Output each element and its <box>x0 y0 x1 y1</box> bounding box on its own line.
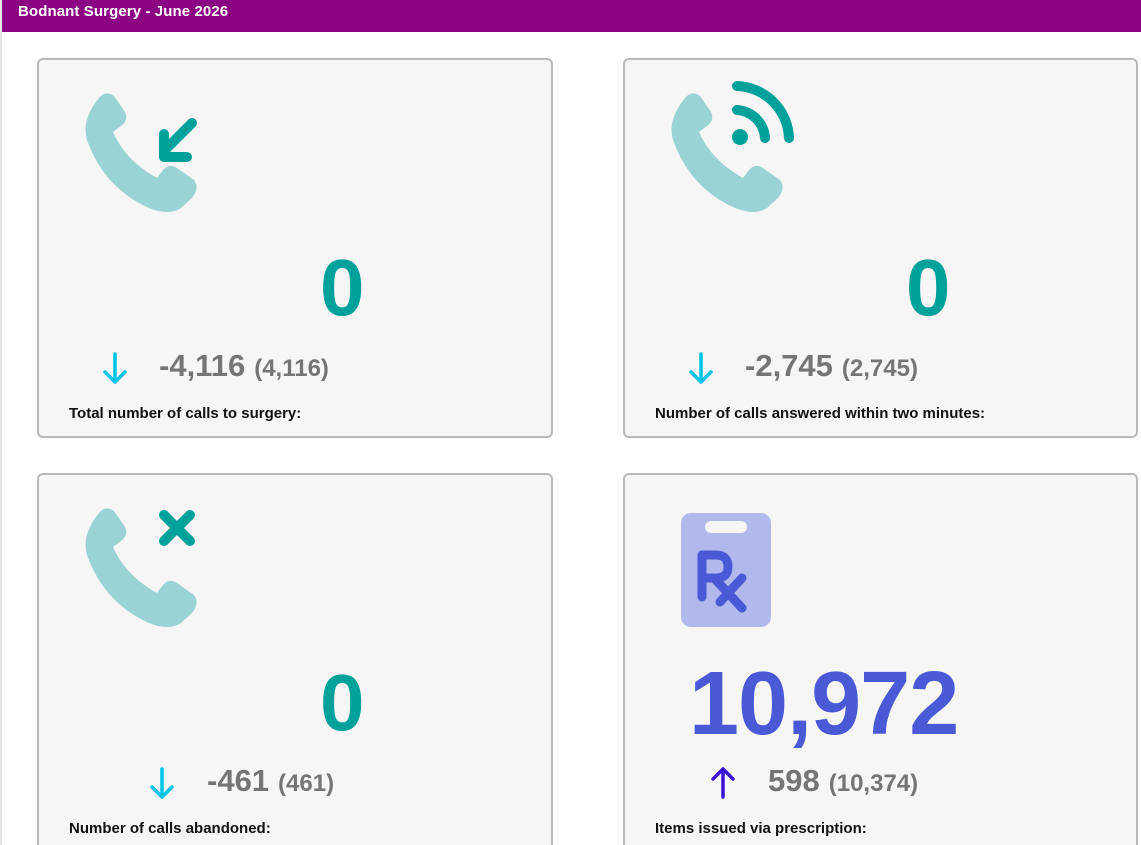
card-calls-answered: 0 -2,745 (2,745) Number of calls answere… <box>623 58 1138 438</box>
change-row: -4,116 (4,116) <box>101 348 329 388</box>
card-prescription-items: 10,972 598 (10,374) Items issued via pre… <box>623 473 1138 845</box>
card-label: Number of calls answered within two minu… <box>655 405 986 422</box>
change-row: 598 (10,374) <box>709 763 918 803</box>
change-value: -4,116 <box>159 348 246 383</box>
dashboard-header: Bodnant Surgery - June 2026 <box>2 0 1141 32</box>
arrow-down-icon <box>148 763 176 803</box>
prescription-clipboard-icon <box>679 505 773 634</box>
previous-value: (2,745) <box>841 355 918 382</box>
change-value: -2,745 <box>745 348 833 383</box>
phone-missed-icon <box>79 505 204 635</box>
change-value: -461 <box>207 763 270 798</box>
previous-value: (10,374) <box>828 770 919 797</box>
arrow-down-icon <box>101 348 129 388</box>
card-total-calls: 0 -4,116 (4,116) Total number of calls t… <box>37 58 553 438</box>
arrow-up-icon <box>709 763 737 803</box>
phone-signal-icon <box>665 78 800 220</box>
page-left-edge <box>0 0 2 845</box>
dashboard-page: Bodnant Surgery - June 2026 0 -4,116 (4,… <box>0 0 1141 845</box>
previous-value: (4,116) <box>254 355 329 382</box>
header-title: Bodnant Surgery - June 2026 <box>18 3 229 20</box>
change-row: -2,745 (2,745) <box>687 348 918 388</box>
card-label: Items issued via prescription: <box>655 820 867 837</box>
previous-value: (461) <box>278 770 335 797</box>
card-label: Number of calls abandoned: <box>69 820 271 837</box>
phone-incoming-icon <box>79 90 204 220</box>
metric-value: 10,972 <box>689 654 959 754</box>
card-calls-abandoned: 0 -461 (461) Number of calls abandoned: <box>37 473 553 845</box>
metric-value: 0 <box>906 243 950 332</box>
card-label: Total number of calls to surgery: <box>69 405 302 422</box>
metric-value: 0 <box>320 243 364 332</box>
change-row: -461 (461) <box>148 763 334 803</box>
arrow-down-icon <box>687 348 715 388</box>
metric-value: 0 <box>320 658 364 747</box>
change-value: 598 <box>768 763 820 798</box>
